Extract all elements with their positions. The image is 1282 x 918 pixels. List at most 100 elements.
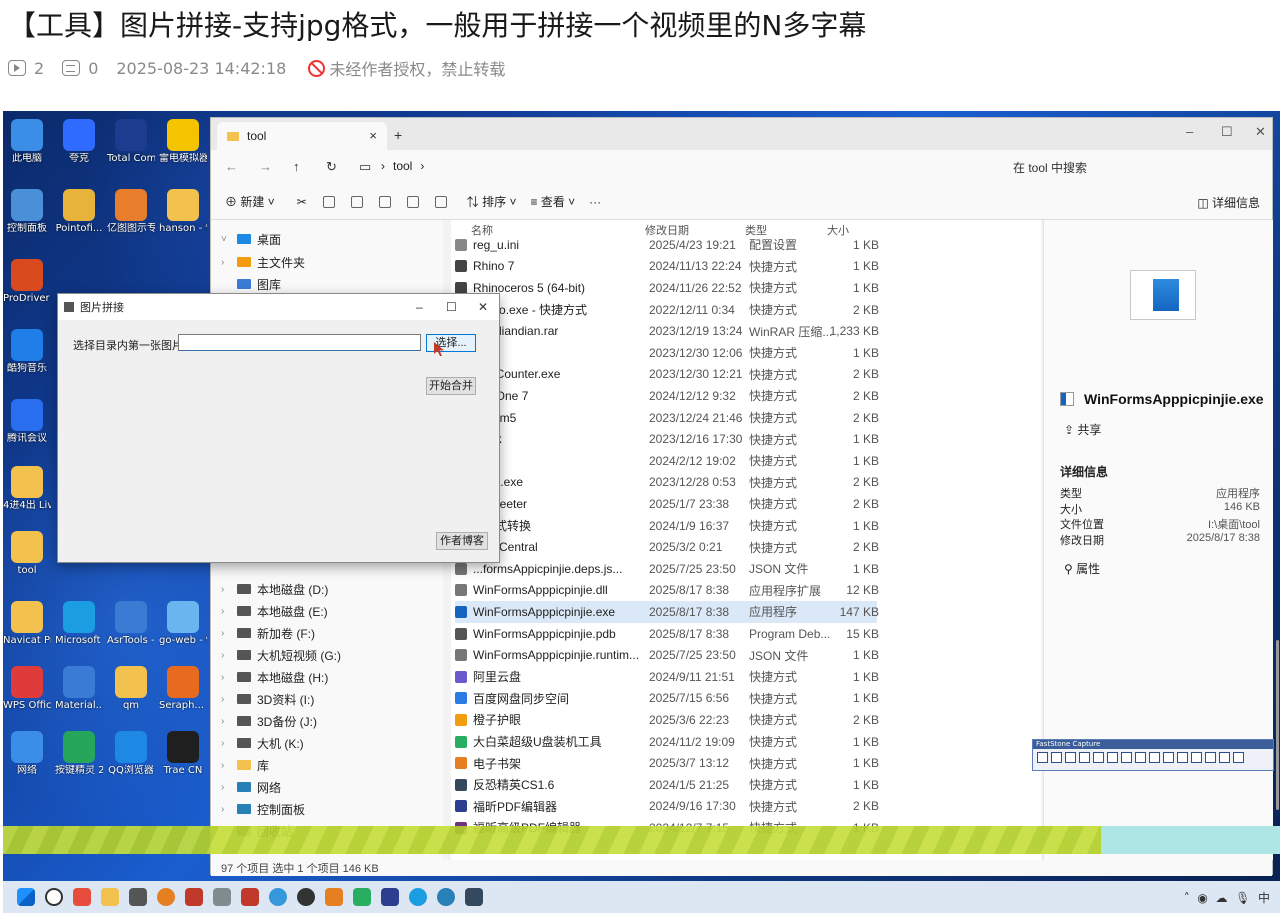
breadcrumb-item[interactable]: tool — [393, 159, 412, 173]
desktop-icon[interactable]: 按键精灵 2014.06 — [55, 731, 103, 777]
file-row[interactable]: 电子书架 2025/3/7 13:12 快捷方式 1 KB — [455, 752, 879, 774]
file-row[interactable]: 橙子护眼 2025/3/6 22:23 快捷方式 2 KB — [455, 709, 879, 731]
nav-item[interactable]: › 本地磁盘 (D:) — [221, 578, 328, 600]
capture-tool-icon[interactable] — [1219, 752, 1230, 763]
capture-tool-icon[interactable] — [1233, 752, 1244, 763]
file-row[interactable]: ...ceCounter.exe 2023/12/30 12:21 快捷方式 2 KB — [455, 364, 879, 386]
desktop-icon[interactable]: Navicat Premium — [3, 601, 51, 647]
properties-button[interactable]: ⚲ 属性 — [1064, 560, 1100, 577]
nav-item[interactable]: › 主文件夹 — [221, 251, 305, 273]
desktop-icon[interactable]: Trae CN — [159, 731, 207, 777]
desktop-icon[interactable]: 腾讯会议 — [3, 399, 51, 445]
up-icon[interactable]: ↑ — [293, 159, 300, 174]
file-row[interactable]: Rhino 7 2024/11/13 22:24 快捷方式 1 KB — [455, 256, 879, 278]
chevron-right-icon[interactable]: ˅ — [221, 234, 237, 245]
capture-tool-icon[interactable] — [1065, 752, 1076, 763]
desktop-icon[interactable]: Material... Magics ... — [55, 666, 103, 712]
desktop-icon[interactable]: ProDriver 快捷方式 — [3, 259, 51, 305]
desktop-icon[interactable]: AsrTools - 快捷方式 — [107, 601, 155, 647]
capture-tool-icon[interactable] — [1149, 752, 1160, 763]
search-icon[interactable] — [45, 888, 63, 906]
desktop-icon[interactable]: Pointofi... — [55, 189, 103, 235]
copy-icon[interactable] — [322, 195, 335, 208]
nav-item[interactable]: › 控制面板 — [221, 798, 305, 820]
search-input[interactable]: 在 tool 中搜索 — [1011, 157, 1266, 179]
desktop-icon[interactable]: Total Comma... — [107, 119, 155, 165]
taskbar-app-icon[interactable] — [157, 888, 175, 906]
chevron-right-icon[interactable]: › — [221, 738, 237, 749]
more-button[interactable]: ··· — [589, 195, 601, 209]
new-tab-button[interactable]: + — [394, 127, 402, 143]
chevron-right-icon[interactable]: › — [221, 804, 237, 815]
refresh-icon[interactable]: ↻ — [326, 159, 337, 175]
nav-item[interactable]: › 新加卷 (F:) — [221, 622, 315, 644]
taskbar-app-icon[interactable] — [129, 888, 147, 906]
folder-icon[interactable] — [101, 888, 119, 906]
file-row[interactable]: 阿里云盘 2024/9/11 21:51 快捷方式 1 KB — [455, 666, 879, 688]
rename-icon[interactable] — [378, 195, 391, 208]
chevron-right-icon[interactable]: › — [221, 782, 237, 793]
minimize-icon[interactable]: – — [416, 300, 423, 314]
desktop-icon[interactable]: QQ浏览器 — [107, 731, 155, 777]
close-tab-icon[interactable]: × — [369, 128, 377, 143]
nav-item[interactable]: › 大机短视频 (G:) — [221, 644, 341, 666]
chevron-right-icon[interactable]: › — [221, 716, 237, 727]
desktop-icon[interactable]: Microsoft Edge — [55, 601, 103, 647]
file-row[interactable]: ...e2023/12/30 12:06快捷方式1 KB — [455, 342, 879, 364]
chevron-right-icon[interactable]: › — [221, 672, 237, 683]
desktop-icon[interactable]: 控制面板 — [3, 189, 51, 235]
desktop-icon[interactable]: 雷电模拟器9 — [159, 119, 207, 165]
chevron-right-icon[interactable]: › — [221, 628, 237, 639]
taskbar-app-icon[interactable] — [437, 888, 455, 906]
nav-item[interactable]: › 大机 (K:) — [221, 732, 304, 754]
file-row[interactable]: ...formsAppicpinjie.deps.js... 2025/7/25 … — [455, 558, 879, 580]
start-icon[interactable] — [17, 888, 35, 906]
desktop-icon[interactable]: WPS Office — [3, 666, 51, 712]
chevron-right-icon[interactable]: › — [221, 650, 237, 661]
file-row[interactable]: ...Mem52023/12/24 21:46快捷方式2 KB — [455, 407, 879, 429]
chevron-right-icon[interactable]: › — [221, 760, 237, 771]
faststone-capture-toolbar[interactable]: FastStone Capture — [1032, 739, 1274, 771]
details-button[interactable]: ◫ 详细信息 — [1197, 194, 1260, 211]
taskbar-app-icon[interactable] — [297, 888, 315, 906]
file-row[interactable]: 反恐精英CS1.6 2024/1/5 21:25 快捷方式 1 KB — [455, 774, 879, 796]
view-button[interactable]: ≡ 查看 ˅ — [530, 193, 575, 210]
file-row[interactable]: WinFormsApppicpinjie.dll 2025/8/17 8:38 应用… — [455, 580, 879, 602]
nav-item[interactable]: 图库 — [221, 273, 281, 295]
nav-item[interactable]: ˅ 桌面 — [221, 228, 281, 250]
browse-button[interactable]: 选择... — [426, 334, 476, 352]
file-row[interactable]: WinFormsApppicpinjie.exe 2025/8/17 8:38 应用… — [455, 601, 879, 623]
image-path-input[interactable] — [178, 334, 421, 351]
scrollbar[interactable] — [1276, 640, 1279, 810]
file-row[interactable]: 百度网盘同步空间 2025/7/15 6:56 快捷方式 1 KB — [455, 688, 879, 710]
close-icon[interactable]: ✕ — [478, 300, 488, 314]
nav-item[interactable]: › 3D备份 (J:) — [221, 710, 317, 732]
forward-icon[interactable]: → — [259, 159, 272, 174]
chevron-right-icon[interactable]: › — [221, 606, 237, 617]
capture-tool-icon[interactable] — [1121, 752, 1132, 763]
taskbar-app-icon[interactable] — [269, 888, 287, 906]
desktop-icon[interactable]: Seraph... - 快捷方... — [159, 666, 207, 712]
breadcrumb[interactable]: › tool › — [381, 159, 424, 173]
file-row[interactable]: Rhinoceros 5 (64-bit) 2024/11/26 22:52 快捷方… — [455, 277, 879, 299]
desktop-icon[interactable]: 网络 — [3, 731, 51, 777]
file-row[interactable]: reg_u.ini 2025/4/23 19:21 配置设置 1 KB — [455, 234, 879, 256]
paste-icon[interactable] — [350, 195, 363, 208]
file-row[interactable]: ...io One 7 2024/12/12 9:32 快捷方式 2 KB — [455, 385, 879, 407]
capture-tool-icon[interactable] — [1135, 752, 1146, 763]
delete-icon[interactable] — [434, 195, 447, 208]
taskbar-app-icon[interactable] — [185, 888, 203, 906]
capture-tool-icon[interactable] — [1051, 752, 1062, 763]
pc-icon[interactable]: ▭ — [359, 159, 371, 175]
file-row[interactable]: 大白菜超级U盘装机工具 2024/11/2 19:09 快捷方式 1 KB — [455, 731, 879, 753]
sort-button[interactable]: ⇅ 排序 ˅ — [467, 193, 517, 210]
file-row[interactable]: ...esk2023/12/16 17:30快捷方式1 KB — [455, 428, 879, 450]
author-blog-button[interactable]: 作者博客 — [436, 532, 488, 550]
capture-tool-icon[interactable] — [1107, 752, 1118, 763]
capture-tool-icon[interactable] — [1079, 752, 1090, 763]
taskbar-app-icon[interactable] — [241, 888, 259, 906]
file-row[interactable]: ...iaoliandian.rar 2023/12/19 13:24 WinRAR… — [455, 320, 879, 342]
chevron-right-icon[interactable]: › — [221, 257, 237, 268]
capture-tool-icon[interactable] — [1037, 752, 1048, 763]
taskbar-app-icon[interactable] — [353, 888, 371, 906]
